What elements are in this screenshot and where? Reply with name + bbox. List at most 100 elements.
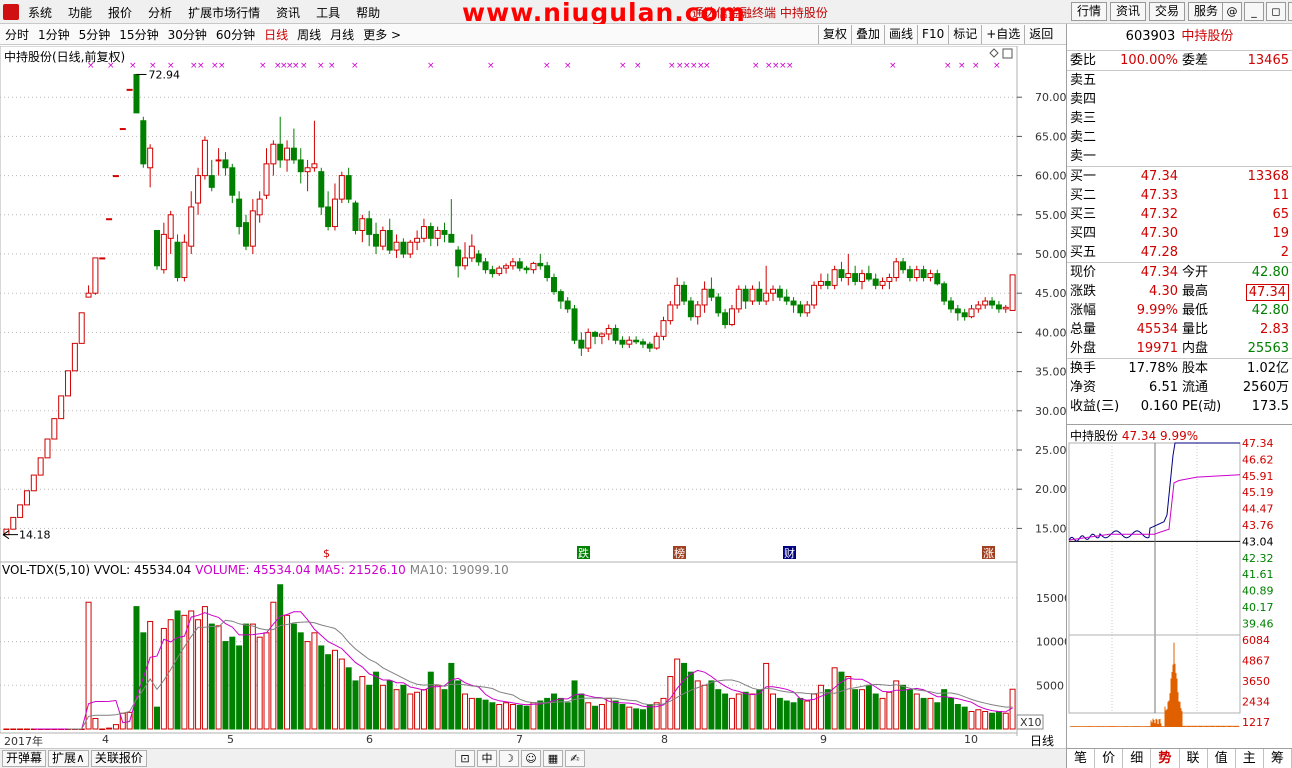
- keyboard-icon[interactable]: ▦: [543, 750, 563, 767]
- sell-orders: 卖五 卖四 卖三 卖二 卖一: [1067, 70, 1292, 166]
- volume-bar: [770, 693, 777, 730]
- minute-tab-5[interactable]: 值: [1207, 749, 1236, 768]
- tool-button-0[interactable]: 复权: [818, 25, 851, 44]
- tools-icon[interactable]: ✍: [565, 750, 585, 767]
- tool-button-3[interactable]: F10: [917, 25, 948, 44]
- period-8[interactable]: 月线: [330, 26, 354, 43]
- menu-item-function[interactable]: 功能: [68, 4, 92, 21]
- period-1[interactable]: 1分钟: [38, 26, 70, 43]
- app-logo-icon[interactable]: [3, 4, 19, 20]
- kline-chart[interactable]: 70.00 65.00 60.00 55.00 50.00 45.00 40.00 35.00…: [0, 46, 1066, 736]
- candle-body: [653, 335, 660, 349]
- volume-bar: [701, 684, 708, 730]
- screen-icon[interactable]: ⊡: [455, 750, 475, 767]
- volume-bar: [523, 705, 530, 730]
- stat-value: 0.160: [1140, 399, 1178, 414]
- period-9[interactable]: 更多 >: [363, 26, 401, 43]
- related-quote-button[interactable]: 关联报价: [90, 750, 147, 767]
- minute-tab-2[interactable]: 细: [1123, 749, 1152, 768]
- minute-chart-panel[interactable]: 中持股份 47.34 9.99% 47.34 46.62 45.91 45.19 44.…: [1066, 424, 1292, 748]
- menu-item-quote[interactable]: 报价: [108, 4, 132, 21]
- volume-bar: [920, 697, 927, 730]
- tool-button-1[interactable]: 叠加: [851, 25, 884, 44]
- volume-bar: [222, 641, 229, 730]
- minute-tab-4[interactable]: 联: [1179, 749, 1208, 768]
- candle-body: [701, 288, 708, 306]
- candle-body: [448, 233, 455, 243]
- event-marker[interactable]: 涨: [982, 546, 995, 560]
- candle-body: [297, 159, 304, 173]
- menu-item-system[interactable]: 系统: [28, 4, 52, 21]
- candle-body: [331, 198, 338, 228]
- menu-item-news[interactable]: 资讯: [276, 4, 300, 21]
- news-button[interactable]: 资讯: [1110, 2, 1147, 21]
- minute-chart[interactable]: 47.34 46.62 45.91 45.19 44.47 43.76 43.04 42.32…: [1067, 425, 1292, 749]
- candle-body: [790, 300, 797, 306]
- candle-body: [379, 229, 386, 247]
- candle-body: [427, 226, 434, 239]
- period-3[interactable]: 15分钟: [119, 26, 158, 43]
- minute-tab-1[interactable]: 价: [1095, 749, 1124, 768]
- candle-body: [468, 245, 475, 259]
- chinese-input-icon[interactable]: 中: [477, 750, 497, 767]
- period-0[interactable]: 分时: [5, 26, 29, 43]
- minute-price-tick: 43.04: [1242, 535, 1274, 548]
- event-marker[interactable]: 跌: [577, 546, 590, 560]
- period-7[interactable]: 周线: [297, 26, 321, 43]
- period-6[interactable]: 日线: [264, 26, 288, 43]
- minute-tab-3[interactable]: 势: [1151, 749, 1180, 768]
- quote-button[interactable]: 行情: [1071, 2, 1108, 21]
- minute-tab-6[interactable]: 主: [1235, 749, 1264, 768]
- signal-marker: ×: [786, 61, 794, 71]
- order-price: 47.33: [1140, 188, 1178, 203]
- event-marker[interactable]: $: [323, 547, 330, 560]
- close-icon[interactable]: ✕: [1288, 2, 1292, 21]
- minute-price-tick: 44.47: [1242, 503, 1274, 516]
- minute-tab-0[interactable]: 笔: [1067, 749, 1096, 768]
- stat-value: 9.99%: [1136, 303, 1178, 318]
- smiley-icon[interactable]: ☺: [521, 750, 541, 767]
- period-2[interactable]: 5分钟: [79, 26, 111, 43]
- danmaku-button[interactable]: 开弹幕: [2, 750, 47, 767]
- candle-body: [366, 218, 373, 235]
- menu-item-analysis[interactable]: 分析: [148, 4, 172, 21]
- period-label[interactable]: 日线: [1018, 732, 1066, 748]
- minute-tab-7[interactable]: 筹: [1263, 749, 1292, 768]
- tool-button-2[interactable]: 画线: [884, 25, 917, 44]
- expand-button[interactable]: 扩展∧: [48, 750, 89, 767]
- volume-bar: [17, 728, 24, 730]
- menu-item-help[interactable]: 帮助: [356, 4, 380, 21]
- volume-bar: [639, 709, 646, 730]
- candle-body: [523, 267, 530, 271]
- candle-body: [879, 280, 886, 286]
- service-button[interactable]: 服务: [1188, 2, 1225, 21]
- signal-marker: ×: [487, 61, 495, 71]
- volume-bar: [509, 704, 516, 730]
- event-marker[interactable]: 榜: [673, 546, 686, 560]
- trade-button[interactable]: 交易: [1149, 2, 1186, 21]
- tool-button-5[interactable]: +自选: [981, 25, 1024, 44]
- help-icon[interactable]: @: [1222, 2, 1242, 21]
- signal-marker: ×: [972, 61, 980, 71]
- tool-button-6[interactable]: 返回: [1024, 25, 1057, 44]
- volume-bar: [133, 606, 140, 730]
- order-label: 卖五: [1070, 73, 1097, 88]
- stat-label: 内盘: [1182, 341, 1209, 356]
- minimize-icon[interactable]: _: [1244, 2, 1264, 21]
- tool-button-4[interactable]: 标记: [948, 25, 981, 44]
- order-price: 47.34: [1140, 169, 1178, 184]
- menu-item-extended-market[interactable]: 扩展市场行情: [188, 4, 260, 21]
- bottom-toolbar: 开弹幕 扩展∧ 关联报价 ⊡ 中 ☽ ☺ ▦ ✍: [0, 748, 1066, 768]
- period-5[interactable]: 60分钟: [216, 26, 255, 43]
- order-row: 买二 47.33 11: [1067, 186, 1292, 205]
- candle-body: [256, 198, 263, 216]
- stat-row: 外盘 19971 内盘 25563: [1067, 339, 1292, 358]
- moon-icon[interactable]: ☽: [499, 750, 519, 767]
- restore-icon[interactable]: ◻: [1266, 2, 1286, 21]
- candle-body: [544, 265, 551, 279]
- volume-bar: [537, 700, 544, 730]
- period-4[interactable]: 30分钟: [168, 26, 207, 43]
- volume-bar: [297, 632, 304, 730]
- menu-item-tools[interactable]: 工具: [316, 4, 340, 21]
- event-marker[interactable]: 财: [783, 546, 796, 560]
